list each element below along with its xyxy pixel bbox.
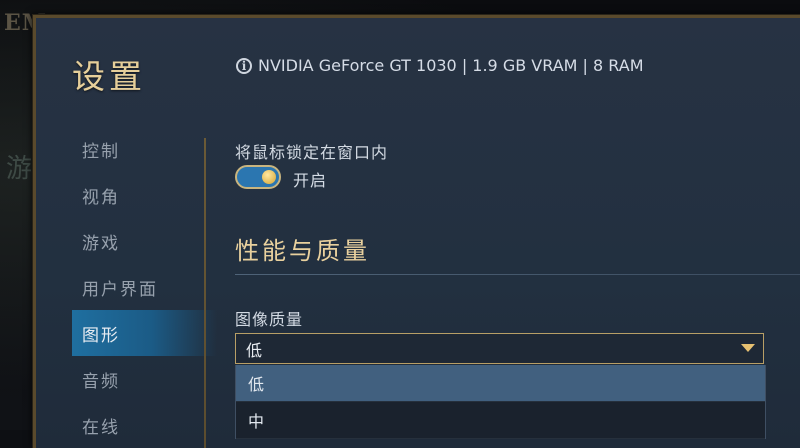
info-icon[interactable]: i [236,57,252,74]
settings-title: 设置 [72,57,146,96]
nav-item-label: 在线 [82,417,120,438]
nav-item-label: 图形 [82,325,120,346]
nav-item-camera[interactable]: 视角 [72,172,217,218]
option-low[interactable]: 低 [236,365,765,402]
nav-item-game[interactable]: 游戏 [72,218,217,264]
nav-item-label: 视角 [82,187,120,208]
nav-item-online[interactable]: 在线 [72,402,217,448]
chevron-down-icon [741,344,755,352]
mouse-lock-label: 将鼠标锁定在窗口内 [235,143,389,162]
mouse-lock-state-label: 开启 [293,171,328,190]
nav-divider [204,138,206,448]
nav-item-label: 音频 [82,371,120,392]
background-side-fragment: 游 [6,154,33,184]
section-divider [235,274,800,275]
option-label: 低 [248,375,265,394]
nav-item-audio[interactable]: 音频 [72,356,217,402]
section-title-performance: 性能与质量 [235,237,370,265]
toggle-knob [262,170,276,184]
system-info-text: NVIDIA GeForce GT 1030 | 1.9 GB VRAM | 8… [258,56,644,75]
option-label: 中 [248,412,265,431]
image-quality-label: 图像质量 [235,310,304,329]
nav-item-ui[interactable]: 用户界面 [72,264,217,310]
nav-item-label: 控制 [82,141,120,162]
image-quality-select[interactable]: 低 [235,333,764,364]
nav-item-graphics[interactable]: 图形 [72,310,217,356]
nav-item-controls[interactable]: 控制 [72,126,217,172]
settings-nav: 控制 视角 游戏 用户界面 图形 音频 在线 [72,126,217,448]
nav-item-label: 游戏 [82,233,120,254]
image-quality-selected-value: 低 [246,340,263,360]
nav-item-label: 用户界面 [82,279,158,300]
mouse-lock-toggle[interactable] [235,165,281,189]
settings-modal: 设置 i NVIDIA GeForce GT 1030 | 1.9 GB VRA… [33,15,800,448]
option-medium[interactable]: 中 [236,402,765,439]
image-quality-options: 低 中 [235,365,766,439]
system-info: i NVIDIA GeForce GT 1030 | 1.9 GB VRAM |… [236,56,644,75]
